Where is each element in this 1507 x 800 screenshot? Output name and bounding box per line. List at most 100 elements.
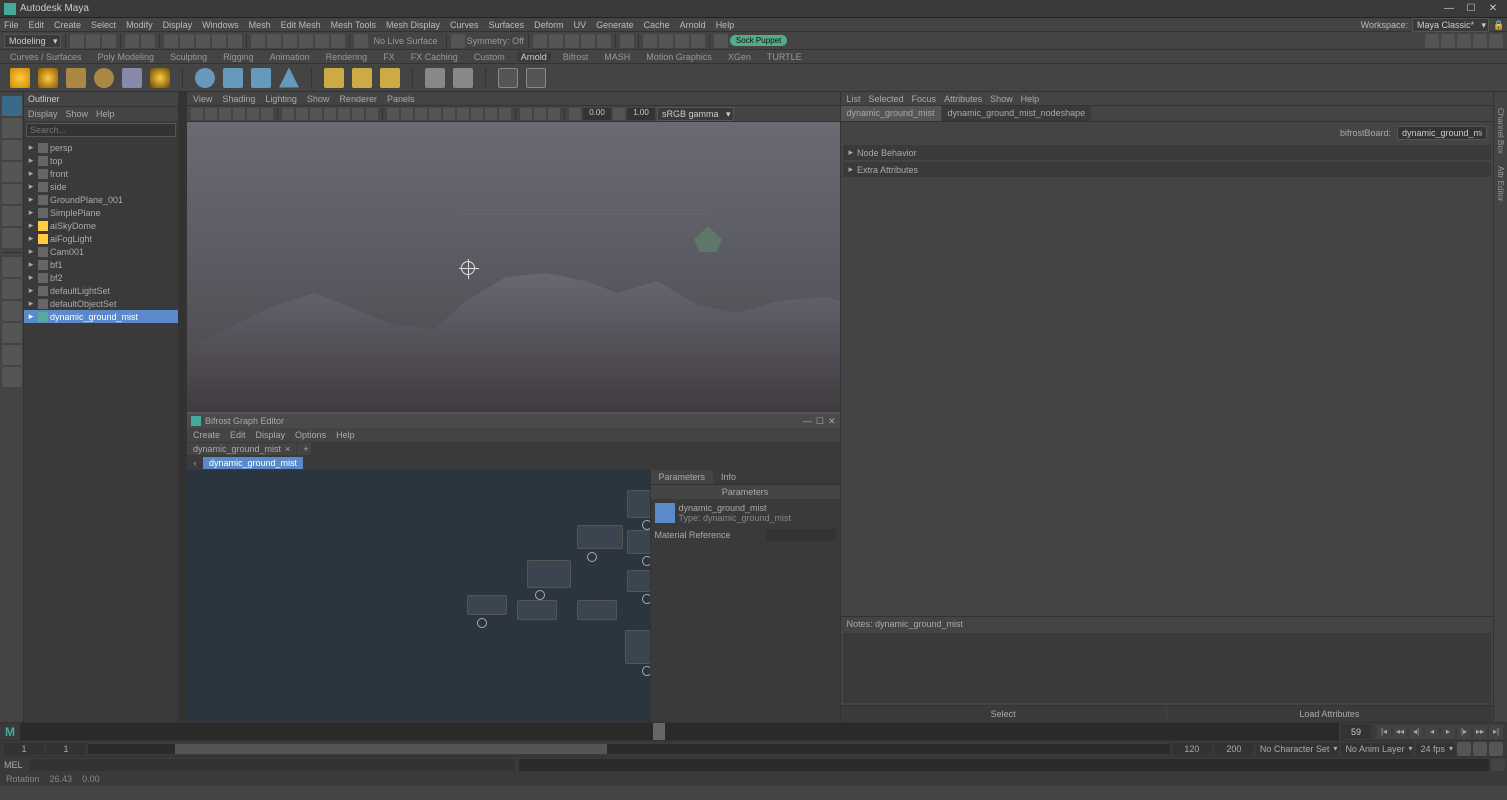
- arnold-standin-icon[interactable]: [195, 68, 215, 88]
- vp-2dpan-icon[interactable]: [247, 108, 259, 120]
- toggle-shelf-icon[interactable]: [1441, 34, 1455, 48]
- playback-prefs-icon[interactable]: [1473, 742, 1487, 756]
- vp-ao-icon[interactable]: [457, 108, 469, 120]
- menu-cache[interactable]: Cache: [644, 20, 670, 30]
- redo-icon[interactable]: [141, 34, 155, 48]
- shelftab-custom[interactable]: Custom: [470, 52, 509, 62]
- graph-port[interactable]: [642, 594, 650, 604]
- layout-outliner-icon[interactable]: [2, 345, 22, 365]
- arnold-area-icon[interactable]: [122, 68, 142, 88]
- menu-surfaces[interactable]: Surfaces: [489, 20, 525, 30]
- shelftab-turtle[interactable]: TURTLE: [763, 52, 806, 62]
- shelftab-rig[interactable]: Rigging: [219, 52, 258, 62]
- arnold-tx-icon[interactable]: [352, 68, 372, 88]
- step-back-frame-button[interactable]: ◂|: [1409, 725, 1423, 739]
- graph-node[interactable]: [527, 560, 571, 588]
- vp-gamma-input[interactable]: 1.00: [627, 108, 655, 120]
- vp-bookmark-icon[interactable]: [219, 108, 231, 120]
- ae-menu-help[interactable]: Help: [1021, 94, 1040, 104]
- snap-livesurface-icon[interactable]: [331, 34, 345, 48]
- render-ipr-icon[interactable]: [659, 34, 673, 48]
- layout-single-icon[interactable]: [2, 257, 22, 277]
- vtab-attreditor[interactable]: Attr Editor: [1495, 160, 1506, 208]
- vp-aa-icon[interactable]: [485, 108, 497, 120]
- graph-port[interactable]: [642, 666, 650, 676]
- bifrost-tab[interactable]: dynamic_ground_mist×: [187, 443, 296, 455]
- vmenu-show[interactable]: Show: [307, 94, 330, 104]
- vp-motionblur-icon[interactable]: [471, 108, 483, 120]
- select-face-icon[interactable]: [196, 34, 210, 48]
- go-to-start-button[interactable]: |◂: [1377, 725, 1391, 739]
- graph-port[interactable]: [535, 590, 545, 600]
- graph-node[interactable]: [627, 570, 650, 592]
- prefs-icon[interactable]: [1489, 742, 1503, 756]
- param-matref-input[interactable]: [766, 529, 836, 541]
- bifrost-back-button[interactable]: ‹: [189, 458, 201, 468]
- menu-generate[interactable]: Generate: [596, 20, 634, 30]
- menu-uv[interactable]: UV: [574, 20, 587, 30]
- params-tab[interactable]: Parameters: [651, 470, 714, 484]
- ae-menu-attrs[interactable]: Attributes: [944, 94, 982, 104]
- ae-select-button[interactable]: Select: [841, 706, 1167, 722]
- vp-filmgate-icon[interactable]: [296, 108, 308, 120]
- outliner-search-input[interactable]: [26, 123, 176, 137]
- scale-tool[interactable]: [2, 206, 22, 226]
- menu-modify[interactable]: Modify: [126, 20, 153, 30]
- layout-two-icon[interactable]: [2, 301, 22, 321]
- menu-curves[interactable]: Curves: [450, 20, 479, 30]
- shelftab-xgen[interactable]: XGen: [724, 52, 755, 62]
- ae-menu-show[interactable]: Show: [990, 94, 1013, 104]
- move-tool[interactable]: [2, 162, 22, 182]
- snap-surface-icon[interactable]: [315, 34, 329, 48]
- vp-colormode-dropdown[interactable]: sRGB gamma: [657, 107, 734, 121]
- menu-deform[interactable]: Deform: [534, 20, 564, 30]
- arnold-sphere-icon[interactable]: [94, 68, 114, 88]
- bmenu-edit[interactable]: Edit: [230, 430, 246, 440]
- vp-wireframe-icon[interactable]: [387, 108, 399, 120]
- bifrost-breadcrumb[interactable]: dynamic_ground_mist: [203, 457, 303, 469]
- arnold-skydome-icon[interactable]: [38, 68, 58, 88]
- current-frame-input[interactable]: 59: [1341, 725, 1371, 739]
- menu-edit[interactable]: Edit: [29, 20, 45, 30]
- cmd-input[interactable]: [30, 759, 515, 771]
- lasso-tool[interactable]: [2, 118, 22, 138]
- shelftab-render[interactable]: Rendering: [322, 52, 372, 62]
- ae-menu-focus[interactable]: Focus: [912, 94, 937, 104]
- bmenu-display[interactable]: Display: [256, 430, 286, 440]
- graph-node[interactable]: [467, 595, 507, 615]
- shelftab-fx[interactable]: FX: [379, 52, 399, 62]
- vp-grid-icon[interactable]: [282, 108, 294, 120]
- vp-lights-icon[interactable]: [429, 108, 441, 120]
- vp-xrayjoints-icon[interactable]: [548, 108, 560, 120]
- go-to-end-button[interactable]: ▸|: [1489, 725, 1503, 739]
- status-pill[interactable]: Sock Puppet: [730, 35, 787, 46]
- vp-gatemask-icon[interactable]: [324, 108, 336, 120]
- bifrost-graph-canvas[interactable]: [187, 470, 650, 722]
- shelftab-mograph[interactable]: Motion Graphics: [642, 52, 716, 62]
- graph-node[interactable]: [627, 490, 650, 518]
- signin-icon[interactable]: [1425, 34, 1439, 48]
- symmetry-label[interactable]: Symmetry: Off: [467, 36, 524, 46]
- coord4-icon[interactable]: [597, 34, 611, 48]
- playback-start-input[interactable]: 1: [46, 743, 86, 755]
- shelftab-bifrost[interactable]: Bifrost: [559, 52, 593, 62]
- graph-node[interactable]: [627, 530, 650, 554]
- menu-editmesh[interactable]: Edit Mesh: [281, 20, 321, 30]
- rotate-tool[interactable]: [2, 184, 22, 204]
- workspace-dropdown[interactable]: Maya Classic*: [1412, 18, 1489, 32]
- shelftab-arnold[interactable]: Arnold: [517, 52, 551, 62]
- graph-port[interactable]: [587, 552, 597, 562]
- arnold-volume-icon[interactable]: [223, 68, 243, 88]
- lock-icon[interactable]: 🔒: [1493, 20, 1503, 30]
- menu-create[interactable]: Create: [54, 20, 81, 30]
- bifrost-maximize-icon[interactable]: ☐: [816, 416, 824, 427]
- bmenu-help[interactable]: Help: [336, 430, 355, 440]
- vp-imageplane-icon[interactable]: [233, 108, 245, 120]
- range-bar[interactable]: [88, 744, 1170, 754]
- shelftab-anim[interactable]: Animation: [266, 52, 314, 62]
- select-vertex-icon[interactable]: [164, 34, 178, 48]
- input-line-icon[interactable]: [533, 34, 547, 48]
- vp-textured-icon[interactable]: [415, 108, 427, 120]
- ae-section-nodebehavior[interactable]: ▸Node Behavior: [843, 145, 1492, 160]
- graph-port[interactable]: [477, 618, 487, 628]
